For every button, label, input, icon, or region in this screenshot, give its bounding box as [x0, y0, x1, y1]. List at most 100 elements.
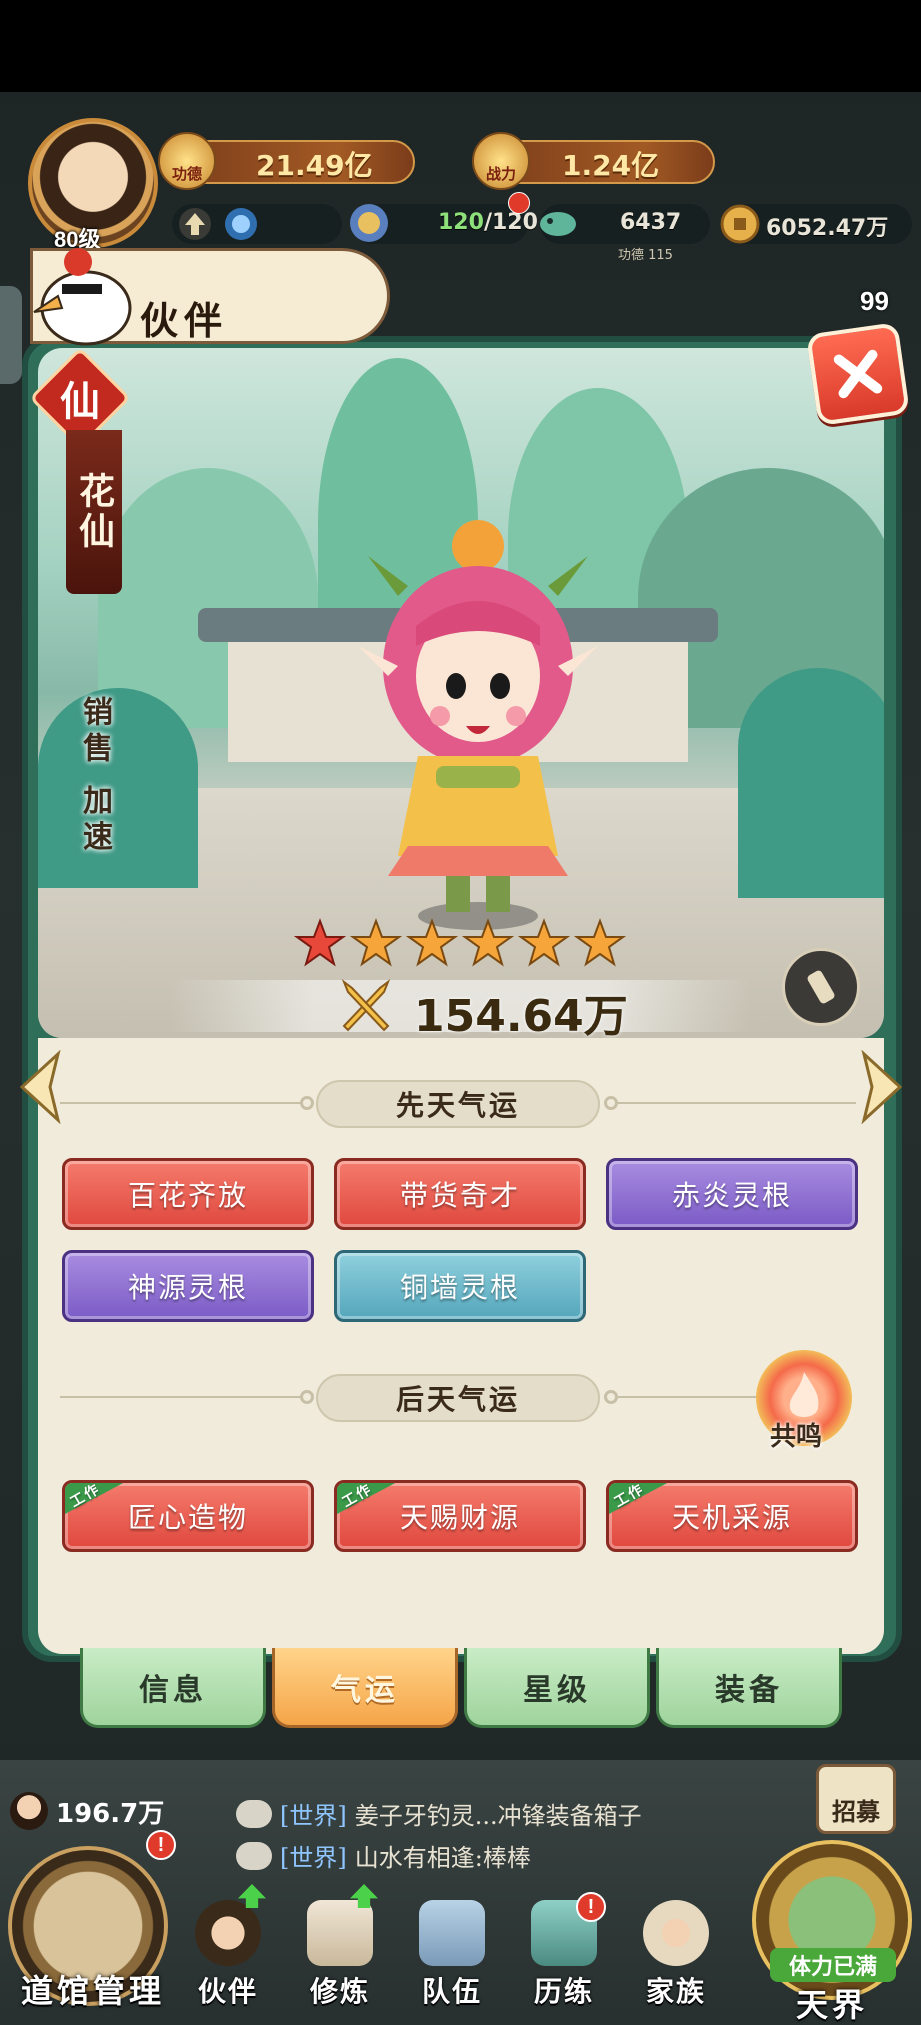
status-strip: [0, 0, 921, 92]
star-icon: [518, 918, 570, 967]
heaven-realm-label: 天界: [795, 1986, 868, 2024]
chat-channel: [世界]: [280, 1802, 347, 1830]
fate-item-acquired-2[interactable]: 工作 天赐财源: [334, 1480, 586, 1552]
nav-partner[interactable]: 伙伴: [178, 1884, 278, 2010]
energy-icon: [350, 204, 388, 242]
nav-team[interactable]: 队伍: [402, 1890, 502, 2010]
merit-icon: 功德: [158, 132, 216, 190]
star-icon: [574, 918, 626, 967]
nav-family[interactable]: 家族: [626, 1890, 726, 2010]
fate-item-innate-2[interactable]: 带货奇才: [334, 1158, 586, 1230]
nav-training[interactable]: ! 历练: [514, 1890, 614, 2010]
fate-item-label: 匠心造物: [127, 1501, 248, 1534]
fate-item-label: 天机采源: [671, 1501, 792, 1534]
fate-item-acquired-1[interactable]: 工作 匠心造物: [62, 1480, 314, 1552]
coin-pill[interactable]: 6052.47万: [720, 204, 912, 244]
partner-name: 花仙: [73, 472, 115, 552]
energy-alert-dot: [508, 192, 530, 214]
star-icon: [294, 918, 346, 967]
divider-dot: [300, 1390, 314, 1404]
fate-item-acquired-3[interactable]: 工作 天机采源: [606, 1480, 858, 1552]
shield-icon: [225, 208, 257, 240]
nav-label: 修炼: [309, 1975, 370, 2008]
rank-badge-text: 仙: [60, 378, 100, 425]
chat-bubble-icon: [236, 1841, 272, 1870]
nav-cultivate[interactable]: 修炼: [290, 1884, 390, 2010]
currency-display: 196.7万: [10, 1792, 164, 1830]
dojo-management-label: 道馆管理: [20, 1972, 165, 2010]
coin-value: 6052.47万: [766, 216, 889, 241]
chat-bubble-icon: [236, 1799, 272, 1828]
page-title: 伙伴: [140, 298, 229, 343]
star-icon: [406, 918, 458, 967]
nav-label: 伙伴: [197, 1975, 258, 2008]
nav-label: 队伍: [421, 1975, 482, 2008]
close-icon: [833, 349, 883, 399]
merit-sub-note: 功德 115: [618, 248, 673, 263]
fate-item-innate-3[interactable]: 赤炎灵根: [606, 1158, 858, 1230]
partner-icon: [195, 1900, 261, 1966]
recruit-button[interactable]: 招募: [816, 1764, 896, 1834]
flower-fairy-character: [358, 520, 598, 930]
tab-fate[interactable]: 气运: [272, 1648, 458, 1728]
crane-mascot-icon: [33, 248, 132, 346]
energy-pill[interactable]: 120/120: [350, 192, 538, 244]
chat-text: 山水有相逢:棒棒: [354, 1844, 531, 1872]
section-divider: [60, 1102, 310, 1104]
scroll-icon: [807, 970, 835, 1004]
dojo-alert-dot: !: [146, 1830, 176, 1860]
partner-skill-text: 销售 加速: [77, 696, 112, 857]
side-drawer-tab[interactable]: [0, 286, 22, 384]
currency-value: 196.7万: [56, 1798, 165, 1829]
merit-value: 21.49亿: [256, 149, 373, 182]
fate-item-innate-4[interactable]: 神源灵根: [62, 1250, 314, 1322]
arrow-up-icon: [179, 208, 211, 240]
divider-dot: [604, 1096, 618, 1110]
next-partner-arrow[interactable]: [858, 1050, 908, 1124]
nav-label: 家族: [645, 1975, 706, 2008]
stamina-status: 体力已满: [770, 1948, 896, 1982]
training-alert-dot: !: [576, 1892, 606, 1922]
fate-item-innate-1[interactable]: 百花齐放: [62, 1158, 314, 1230]
crossed-swords-icon: [341, 979, 391, 1032]
prev-partner-arrow[interactable]: [14, 1050, 64, 1124]
jade-pill[interactable]: 6437: [540, 204, 710, 244]
power-icon: 战力: [472, 132, 530, 190]
upgrade-pill[interactable]: [172, 204, 342, 244]
scroll-button[interactable]: [782, 948, 860, 1026]
star-icon: [350, 918, 402, 967]
coin-icon: [720, 204, 760, 244]
resonance-label: 共鸣: [770, 1422, 823, 1452]
energy-value: 120: [438, 210, 484, 235]
star-icon: [462, 918, 514, 967]
chat-text: 姜子牙钓灵...冲锋装备箱子: [354, 1802, 642, 1830]
tree-left: [38, 688, 198, 888]
fate-item-label: 天赐财源: [399, 1501, 520, 1534]
notification-count: 99: [860, 286, 889, 316]
divider-dot: [300, 1096, 314, 1110]
fate-content: [38, 1038, 884, 1654]
nav-label: 历练: [533, 1975, 594, 2008]
power-value: 1.24亿: [562, 149, 660, 182]
chat-line[interactable]: [世界] 姜子牙钓灵...冲锋装备箱子: [236, 1796, 642, 1831]
partner-power-value: 154.64万: [414, 991, 628, 1042]
tab-equipment[interactable]: 装备: [656, 1648, 842, 1728]
fate-item-innate-5[interactable]: 铜墙灵根: [334, 1250, 586, 1322]
team-flag-icon: [419, 1900, 485, 1966]
acquired-fate-header: 后天气运: [316, 1374, 600, 1422]
jade-value: 6437: [620, 210, 682, 235]
section-divider: [606, 1102, 856, 1104]
energy-max: /120: [483, 210, 538, 235]
chat-channel: [世界]: [280, 1844, 347, 1872]
section-divider: [60, 1396, 310, 1398]
player-face-icon: [10, 1792, 48, 1830]
tab-info[interactable]: 信息: [80, 1648, 266, 1728]
innate-fate-header: 先天气运: [316, 1080, 600, 1128]
partner-name-banner: 花仙: [66, 430, 122, 594]
star-rating: [294, 918, 626, 970]
family-icon: [643, 1900, 709, 1966]
hand-sign-icon: [307, 1900, 373, 1966]
tab-star-level[interactable]: 星级: [464, 1648, 650, 1728]
chat-line[interactable]: [世界] 山水有相逢:棒棒: [236, 1838, 531, 1873]
close-button[interactable]: [806, 322, 910, 426]
